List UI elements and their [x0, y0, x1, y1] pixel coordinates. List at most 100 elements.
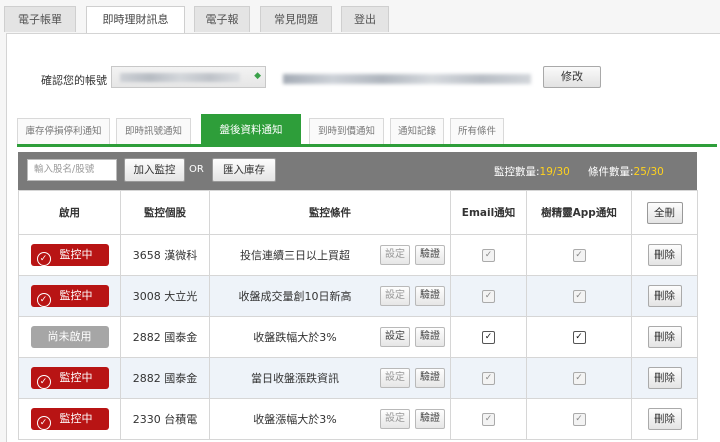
status-label: 監控中	[59, 371, 93, 384]
check-circle-icon: ✓	[36, 375, 51, 389]
condition-cell: 當日收盤漲跌資訊 設定 驗證	[209, 357, 451, 399]
delete-cell: 刪除	[631, 316, 698, 358]
status-cell: ✓ 監控中	[18, 357, 121, 399]
status-toggle-button[interactable]: ✓ 監控中	[30, 285, 109, 307]
monitor-table: 啟用 監控個股 監控條件 Email通知 樹精靈App通知 全刪 ✓ 監控中 365…	[18, 190, 698, 440]
monitor-count-label: 監控數量:	[494, 166, 540, 178]
monitor-toolbar: 輸入股名/股號 加入監控 OR 匯入庫存 監控數量:19/30 條件數量:25/…	[18, 152, 697, 190]
status-toggle-button[interactable]: ✓ 監控中	[30, 244, 109, 266]
header-stock: 監控個股	[120, 190, 210, 235]
verify-button[interactable]: 驗證	[415, 245, 445, 265]
app-notify-checkbox[interactable]: ✓	[572, 412, 586, 426]
delete-cell: 刪除	[631, 234, 698, 276]
settings-button[interactable]: 設定	[380, 409, 410, 429]
delete-cell: 刪除	[631, 275, 698, 317]
delete-all-button[interactable]: 全刪	[646, 201, 683, 224]
header-app: 樹精靈App通知	[526, 190, 632, 235]
tab-faq[interactable]: 常見問題	[260, 6, 332, 32]
header-email: Email通知	[450, 190, 527, 235]
stock-cell: 2882 國泰金	[120, 357, 210, 399]
email-notify-checkbox[interactable]: ✓	[482, 412, 495, 426]
settings-button[interactable]: 設定	[380, 327, 410, 347]
status-cell: 尚未啟用	[18, 316, 121, 358]
email-notify-checkbox[interactable]: ✓	[482, 289, 495, 303]
app-cell: ✓	[526, 316, 632, 358]
monitor-count: 監控數量:19/30	[494, 164, 570, 179]
stock-cell: 2882 國泰金	[120, 316, 210, 358]
top-tab-bar: 電子帳單 即時理財訊息 電子報 常見問題 登出	[0, 6, 720, 34]
check-circle-icon: ✓	[36, 252, 51, 266]
condition-text: 收盤漲幅大於3%	[253, 413, 337, 426]
verify-button[interactable]: 驗證	[415, 368, 445, 388]
table-header-row: 啟用 監控個股 監控條件 Email通知 樹精靈App通知 全刪	[18, 190, 698, 235]
account-label: 確認您的帳號	[41, 74, 107, 87]
app-notify-checkbox[interactable]: ✓	[572, 371, 586, 385]
status-label: 監控中	[59, 248, 93, 261]
condition-text: 投信連續三日以上買超	[240, 249, 350, 262]
status-label: 監控中	[59, 412, 93, 425]
email-cell: ✓	[450, 234, 527, 276]
tab-newsletter[interactable]: 電子報	[194, 6, 250, 32]
condition-cell: 收盤跌幅大於3% 設定 驗證	[209, 316, 451, 358]
email-cell: ✓	[450, 398, 527, 440]
redacted-account	[120, 73, 240, 82]
status-toggle-button[interactable]: ✓ 監控中	[30, 408, 109, 430]
status-toggle-button[interactable]: ✓ 監控中	[30, 367, 109, 389]
verify-button[interactable]: 驗證	[415, 286, 445, 306]
settings-button[interactable]: 設定	[380, 245, 410, 265]
add-monitor-button[interactable]: 加入監控	[124, 158, 185, 182]
table-row: ✓ 監控中 3008 大立光 收盤成交量創10日新高 設定 驗證 ✓ ✓ 刪除	[18, 275, 698, 317]
stock-search-input[interactable]: 輸入股名/股號	[27, 159, 117, 181]
status-cell: ✓ 監控中	[18, 398, 121, 440]
delete-button[interactable]: 刪除	[647, 244, 682, 266]
tab-e-statement[interactable]: 電子帳單	[4, 6, 76, 32]
condition-cell: 收盤漲幅大於3% 設定 驗證	[209, 398, 451, 440]
check-circle-icon: ✓	[36, 293, 51, 307]
select-arrow-icon: ◆	[254, 71, 261, 81]
delete-button[interactable]: 刪除	[647, 367, 682, 389]
app-notify-checkbox[interactable]: ✓	[572, 289, 586, 303]
app-cell: ✓	[526, 234, 632, 276]
condition-count: 條件數量:25/30	[588, 164, 664, 179]
account-select[interactable]: ◆	[111, 66, 266, 88]
status-label: 監控中	[59, 289, 93, 302]
app-notify-checkbox[interactable]: ✓	[572, 248, 586, 262]
delete-cell: 刪除	[631, 357, 698, 399]
email-cell: ✓	[450, 357, 527, 399]
edit-account-button[interactable]: 修改	[543, 66, 601, 88]
stock-cell: 3008 大立光	[120, 275, 210, 317]
subtab-after-close[interactable]: 盤後資料通知	[201, 114, 301, 144]
subtab-stop-loss[interactable]: 庫存停損停利通知	[17, 118, 110, 144]
delete-button[interactable]: 刪除	[647, 285, 682, 307]
tab-realtime-info[interactable]: 即時理財訊息	[86, 6, 185, 34]
subtab-price-alert[interactable]: 到時到價通知	[309, 118, 384, 144]
verify-button[interactable]: 驗證	[415, 327, 445, 347]
table-row: 尚未啟用 2882 國泰金 收盤跌幅大於3% 設定 驗證 ✓ ✓ 刪除	[18, 316, 698, 358]
email-notify-checkbox[interactable]: ✓	[482, 330, 495, 344]
subtab-history[interactable]: 通知記錄	[390, 118, 444, 144]
condition-count-label: 條件數量:	[588, 166, 634, 178]
stock-cell: 2330 台積電	[120, 398, 210, 440]
app-cell: ✓	[526, 275, 632, 317]
settings-button[interactable]: 設定	[380, 368, 410, 388]
app-notify-checkbox[interactable]: ✓	[572, 330, 586, 344]
status-toggle-button[interactable]: 尚未啟用	[30, 326, 109, 348]
condition-text: 當日收盤漲跌資訊	[251, 372, 339, 385]
header-condition: 監控條件	[209, 190, 451, 235]
header-enable: 啟用	[18, 190, 121, 235]
delete-button[interactable]: 刪除	[647, 408, 682, 430]
subtab-all-conditions[interactable]: 所有條件	[450, 118, 504, 144]
redacted-account-name	[283, 74, 531, 84]
delete-cell: 刪除	[631, 398, 698, 440]
delete-button[interactable]: 刪除	[647, 326, 682, 348]
import-holdings-button[interactable]: 匯入庫存	[212, 158, 276, 182]
condition-text: 收盤成交量創10日新高	[238, 290, 352, 303]
status-cell: ✓ 監控中	[18, 275, 121, 317]
verify-button[interactable]: 驗證	[415, 409, 445, 429]
email-notify-checkbox[interactable]: ✓	[482, 248, 495, 262]
subtab-realtime-signal[interactable]: 即時訊號通知	[116, 118, 191, 144]
settings-button[interactable]: 設定	[380, 286, 410, 306]
tab-logout[interactable]: 登出	[341, 6, 389, 32]
email-cell: ✓	[450, 316, 527, 358]
email-notify-checkbox[interactable]: ✓	[482, 371, 495, 385]
